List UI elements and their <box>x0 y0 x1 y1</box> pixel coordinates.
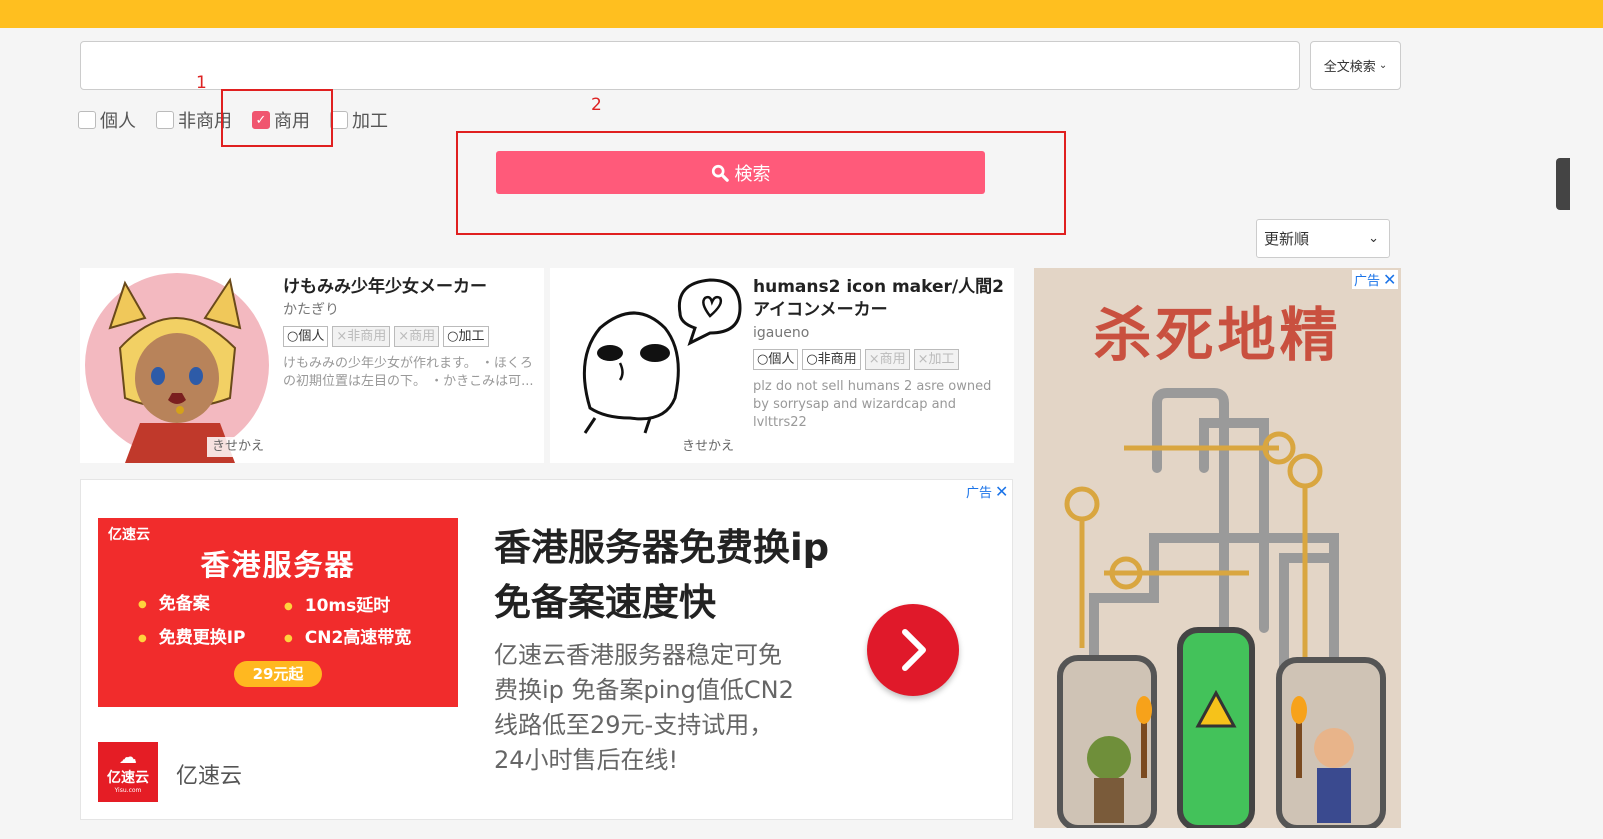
card-description: けもみみの少年少女が作れます。 ・ほくろの初期位置は左目の下。 ・かきこみは可.… <box>283 356 534 389</box>
search-input[interactable] <box>80 41 1300 90</box>
advertisement-banner[interactable]: 广告 ✕ 亿速云 香港服务器 免备案 10ms延时 免费更换IP CN2高速带宽… <box>80 479 1013 820</box>
ad-image-headline: 香港服务器 <box>200 548 356 582</box>
chevron-down-icon: ⌄ <box>1378 60 1388 71</box>
license-tag: ×商用 <box>394 326 440 347</box>
card-author[interactable]: かたぎり <box>283 300 538 320</box>
filter-modification[interactable]: 加工 <box>330 107 388 133</box>
license-tags: ○個人 ×非商用 ×商用 ○加工 <box>283 326 538 347</box>
annotation-label-2: 2 <box>591 95 602 115</box>
search-button-label: 検索 <box>734 163 771 185</box>
license-tag: ○加工 <box>443 326 489 347</box>
chevron-down-icon: ⌄ <box>1368 231 1379 246</box>
ad-feature: 10ms延时 <box>284 591 391 616</box>
ad-image[interactable]: 亿速云 香港服务器 免备案 10ms延时 免费更换IP CN2高速带宽 29元起 <box>98 518 458 707</box>
search-icon <box>711 164 729 182</box>
license-tag: ○個人 <box>283 326 329 347</box>
card-thumbnail[interactable] <box>80 268 280 463</box>
license-tag: ○個人 <box>753 349 799 370</box>
ad-mark[interactable]: 广告 ✕ <box>966 482 1008 501</box>
maker-card[interactable]: きせかえ けもみみ少年少女メーカー かたぎり ○個人 ×非商用 ×商用 ○加工 … <box>80 268 544 463</box>
card-info: humans2 icon maker/人間2アイコンメーカー igaueno ○… <box>753 276 1008 432</box>
card-title[interactable]: humans2 icon maker/人間2アイコンメーカー <box>753 276 1008 322</box>
ad-headline[interactable]: 香港服务器免费换ip免备案速度快 <box>494 520 834 630</box>
ad-feature: 免费更换IP <box>138 623 246 648</box>
search-mode-label: 全文検索 <box>1323 60 1376 75</box>
ad-body: 亿速云香港服务器稳定可免费换ip 免备案ping值低CN2线路低至29元-支持试… <box>494 641 794 774</box>
close-icon[interactable]: ✕ <box>995 482 1008 501</box>
checkbox-personal[interactable] <box>78 111 96 129</box>
sort-select[interactable]: 更新順 ⌄ <box>1256 219 1390 258</box>
game-ad-illustration <box>1057 388 1386 828</box>
license-tags: ○個人 ○非商用 ×商用 ×加工 <box>753 349 1008 370</box>
checkbox-noncommercial[interactable] <box>156 111 174 129</box>
filter-label: 加工 <box>352 111 388 132</box>
annotation-box-1 <box>221 89 333 147</box>
advertiser-logo-name: 亿速云 <box>107 770 149 786</box>
card-info: けもみみ少年少女メーカー かたぎり ○個人 ×非商用 ×商用 ○加工 けもみみの… <box>283 276 538 391</box>
card-thumbnail[interactable] <box>550 268 750 463</box>
ad-mark-label: 广告 <box>966 486 993 501</box>
advertisement-sidebar[interactable]: 广告 ✕ 杀死地精 <box>1034 268 1401 828</box>
annotation-label-1: 1 <box>196 73 207 93</box>
advertiser-logo[interactable]: ☁ 亿速云 Yisu.com <box>98 742 158 802</box>
card-title[interactable]: けもみみ少年少女メーカー <box>283 276 538 299</box>
chevron-right-icon <box>902 629 926 671</box>
advertiser-logo-url: Yisu.com <box>114 787 142 794</box>
kisekae-badge: きせかえ <box>207 437 269 457</box>
filter-label: 個人 <box>100 111 136 132</box>
license-tag: ×加工 <box>913 349 959 370</box>
ad-feature: CN2高速带宽 <box>284 623 412 648</box>
card-author[interactable]: igaueno <box>753 323 1008 343</box>
ad-image-brand: 亿速云 <box>108 527 150 543</box>
filter-personal[interactable]: 個人 <box>78 107 136 133</box>
cloud-icon: ☁ <box>119 747 137 768</box>
kisekae-badge: きせかえ <box>677 437 739 457</box>
sort-selected-label: 更新順 <box>1264 230 1310 248</box>
license-tag: ×非商用 <box>332 326 391 347</box>
top-bar <box>0 0 1603 28</box>
card-description: plz do not sell humans 2 asre owned by s… <box>753 379 992 430</box>
license-tag: ○非商用 <box>802 349 861 370</box>
maker-card[interactable]: きせかえ humans2 icon maker/人間2アイコンメーカー igau… <box>550 268 1014 463</box>
ad-price: 29元起 <box>234 661 322 687</box>
license-tag: ×商用 <box>864 349 910 370</box>
search-button[interactable]: 検索 <box>496 151 985 194</box>
side-panel-handle[interactable] <box>1556 158 1570 210</box>
ad-go-button[interactable] <box>867 604 959 696</box>
ad-feature: 免备案 <box>138 589 210 614</box>
search-mode-select[interactable]: 全文検索 ⌄ <box>1310 41 1401 90</box>
advertiser-name[interactable]: 亿速云 <box>176 758 242 790</box>
